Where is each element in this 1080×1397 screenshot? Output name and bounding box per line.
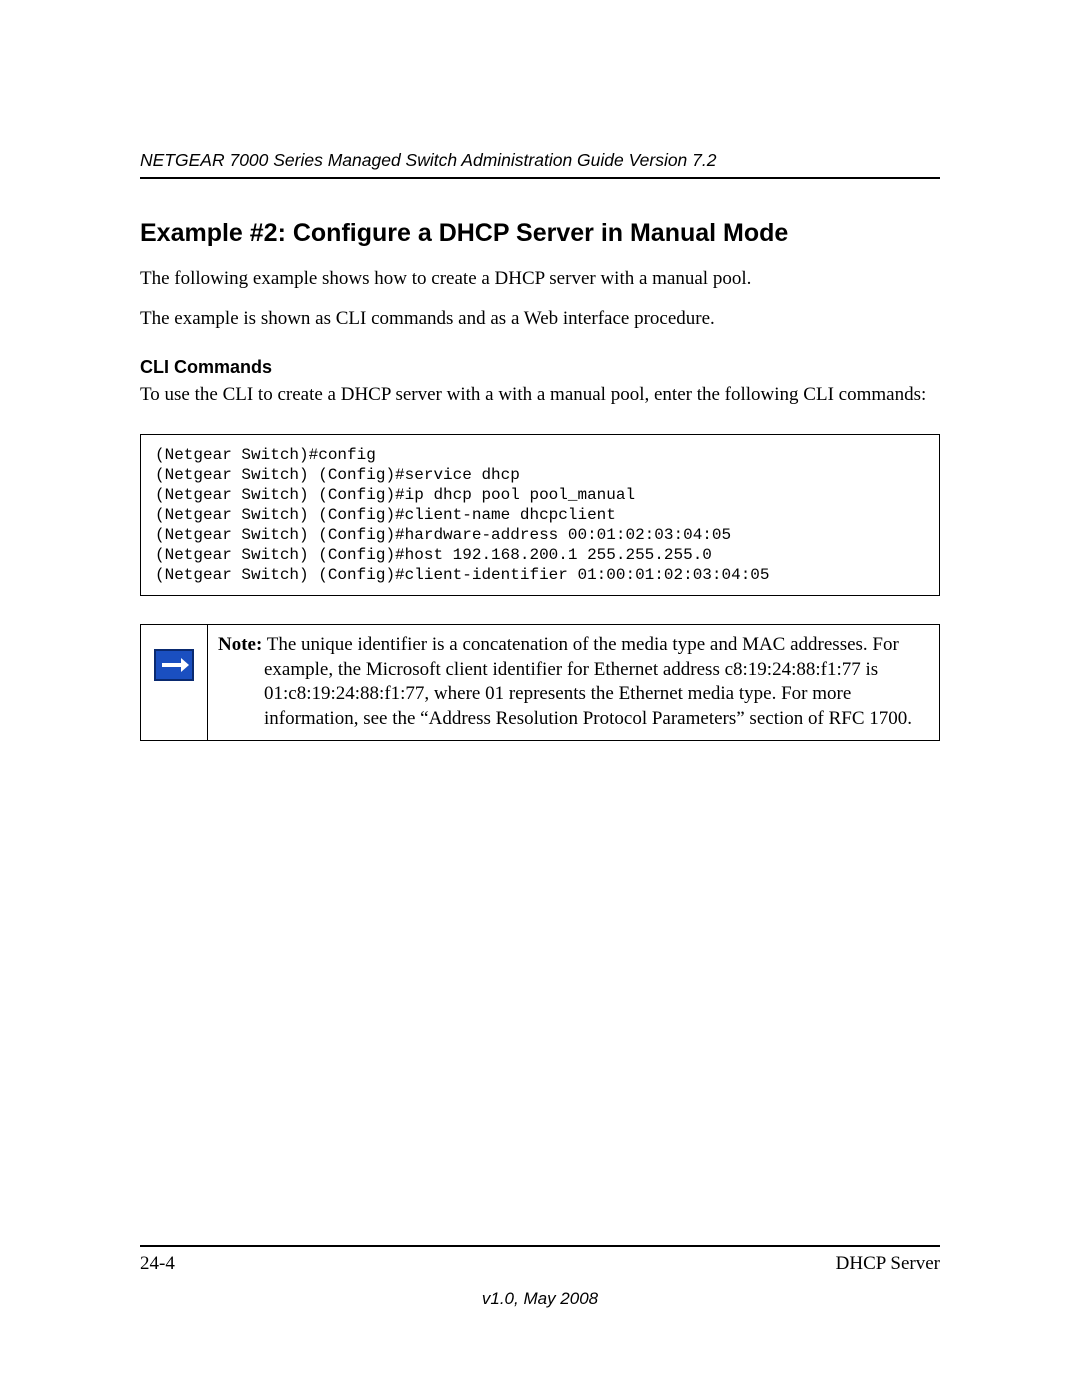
note-text: Note: The unique identifier is a concate… (208, 624, 940, 740)
cli-intro: To use the CLI to create a DHCP server w… (140, 382, 940, 408)
cli-code-block: (Netgear Switch)#config (Netgear Switch)… (140, 434, 940, 596)
note-body: example, the Microsoft client identifier… (218, 658, 929, 732)
cli-heading: CLI Commands (140, 357, 940, 378)
page-number: 24-4 (140, 1253, 175, 1275)
arrow-right-icon (154, 649, 194, 681)
footer-topic: DHCP Server (836, 1253, 940, 1275)
page-footer: 24-4 DHCP Server v1.0, May 2008 (140, 1245, 940, 1309)
intro-paragraph-1: The following example shows how to creat… (140, 266, 940, 292)
footer-version: v1.0, May 2008 (140, 1289, 940, 1309)
section-title: Example #2: Configure a DHCP Server in M… (140, 219, 940, 248)
page: NETGEAR 7000 Series Managed Switch Admin… (0, 0, 1080, 1397)
running-header: NETGEAR 7000 Series Managed Switch Admin… (140, 150, 940, 179)
note-icon-cell (141, 624, 208, 740)
intro-paragraph-2: The example is shown as CLI commands and… (140, 306, 940, 332)
note-label: Note: (218, 634, 262, 655)
note-firstline: The unique identifier is a concatenation… (262, 634, 899, 655)
note-box: Note: The unique identifier is a concate… (140, 624, 940, 741)
